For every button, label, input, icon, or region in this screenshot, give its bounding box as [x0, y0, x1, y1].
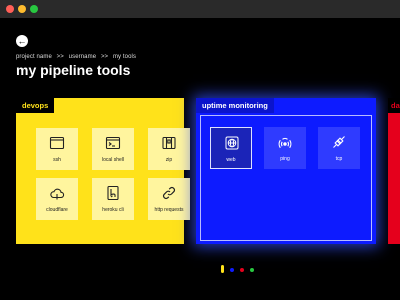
archive-box-icon	[162, 136, 176, 150]
tool-heroku-cli[interactable]: heroku cli	[92, 178, 134, 220]
back-arrow-icon[interactable]: ←	[16, 35, 28, 47]
tool-label: cloudflare	[46, 207, 68, 213]
uptime-monitoring-panel: uptime monitoring web ping tcp	[196, 98, 376, 244]
tool-label: web	[226, 157, 236, 163]
signal-icon	[278, 137, 292, 149]
globe-icon	[225, 136, 239, 150]
tool-ping[interactable]: ping	[264, 127, 306, 169]
tool-ssh[interactable]: ssh	[36, 128, 78, 170]
tool-label: local shell	[102, 157, 124, 163]
tool-zip[interactable]: zip	[148, 128, 190, 170]
next-category-panel[interactable]: da	[388, 98, 400, 244]
devops-panel: devops ssh local shell zip cloudflare he…	[16, 98, 190, 244]
maximize-window-button[interactable]	[30, 5, 38, 13]
link-icon	[163, 187, 175, 199]
tool-label: heroku cli	[102, 207, 124, 213]
breadcrumb-project[interactable]: project name	[16, 54, 52, 60]
pager-dot-devops[interactable]	[221, 265, 224, 273]
cloud-icon	[50, 188, 65, 200]
breadcrumb: project name >> username >> my tools	[16, 54, 139, 60]
window-title-bar	[0, 0, 400, 18]
tool-tcp[interactable]: tcp	[318, 127, 360, 169]
terminal-window-icon	[49, 136, 65, 150]
tool-http-requests[interactable]: http requests	[148, 178, 190, 220]
devops-panel-label: devops	[16, 98, 55, 113]
carousel-pager	[0, 265, 400, 275]
tool-local-shell[interactable]: local shell	[92, 128, 134, 170]
tool-label: ping	[280, 156, 290, 162]
tool-web[interactable]: web	[210, 127, 252, 169]
tool-label: tcp	[335, 156, 343, 162]
next-panel-label: da	[388, 98, 400, 113]
breadcrumb-separator: >>	[100, 54, 109, 60]
tool-label: ssh	[53, 157, 61, 163]
tool-label: http requests	[154, 207, 184, 213]
pager-dot-green[interactable]	[250, 268, 254, 272]
heroku-icon	[107, 185, 119, 201]
breadcrumb-separator: >>	[56, 54, 64, 60]
tool-cloudflare[interactable]: cloudflare	[36, 178, 78, 220]
pager-dot-red[interactable]	[240, 268, 244, 272]
close-window-button[interactable]	[6, 5, 14, 13]
minimize-window-button[interactable]	[18, 5, 26, 13]
breadcrumb-my-tools[interactable]: my tools	[113, 54, 136, 60]
shell-prompt-icon	[105, 136, 121, 150]
tool-label: zip	[165, 157, 173, 163]
breadcrumb-username[interactable]: username	[69, 54, 96, 60]
page-title: my pipeline tools	[16, 62, 131, 78]
uptime-panel-label: uptime monitoring	[196, 98, 274, 113]
connection-icon	[333, 136, 345, 148]
pager-dot-uptime[interactable]	[230, 268, 234, 272]
